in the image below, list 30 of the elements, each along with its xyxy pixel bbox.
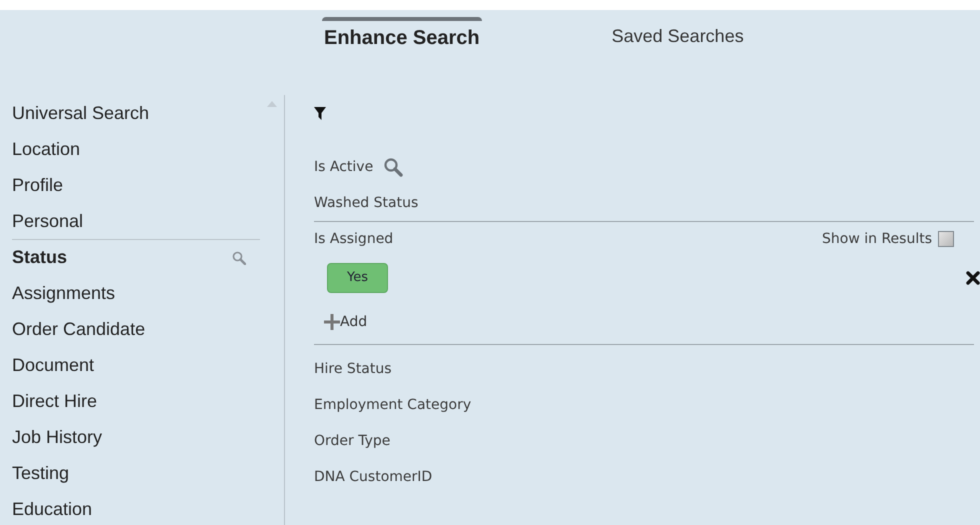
sidebar-item[interactable]: Job History <box>12 419 260 455</box>
sidebar-item[interactable]: Personal <box>12 203 260 239</box>
tab[interactable]: Enhance Search <box>322 17 482 53</box>
field-label[interactable]: Hire Status <box>314 358 392 380</box>
field-label[interactable]: DNA CustomerID <box>314 466 432 488</box>
filter-icon[interactable] <box>314 107 326 121</box>
sidebar-item[interactable]: Assignments <box>12 275 260 311</box>
field-label[interactable]: Employment Category <box>314 394 472 416</box>
close-icon[interactable] <box>966 271 980 285</box>
field-label[interactable]: Order Type <box>314 430 390 452</box>
sidebar-item[interactable]: Document <box>12 347 260 383</box>
field-label[interactable]: Is Active <box>314 156 374 178</box>
sidebar-item[interactable]: Direct Hire <box>12 383 260 419</box>
plus-icon <box>324 314 340 330</box>
sidebar-item[interactable]: Status <box>12 239 260 275</box>
search-icon[interactable] <box>232 250 246 264</box>
value-chip[interactable]: Yes <box>327 263 388 293</box>
sidebar-item[interactable]: Testing <box>12 455 260 491</box>
field-label[interactable]: Is Assigned <box>314 228 394 250</box>
field-label[interactable]: Washed Status <box>314 192 418 214</box>
search-icon[interactable] <box>383 157 404 177</box>
sidebar-item[interactable]: Profile <box>12 167 260 203</box>
checkbox[interactable] <box>938 231 954 247</box>
sidebar-item[interactable]: Universal Search <box>12 95 260 131</box>
show-in-results-label: Show in Results <box>822 230 932 248</box>
sidebar-item[interactable]: Education <box>12 491 260 525</box>
tab[interactable]: Saved Searches <box>610 20 746 50</box>
sidebar-item[interactable]: Order Candidate <box>12 311 260 347</box>
sidebar-item[interactable]: Location <box>12 131 260 167</box>
add-button[interactable]: Add <box>314 300 368 344</box>
